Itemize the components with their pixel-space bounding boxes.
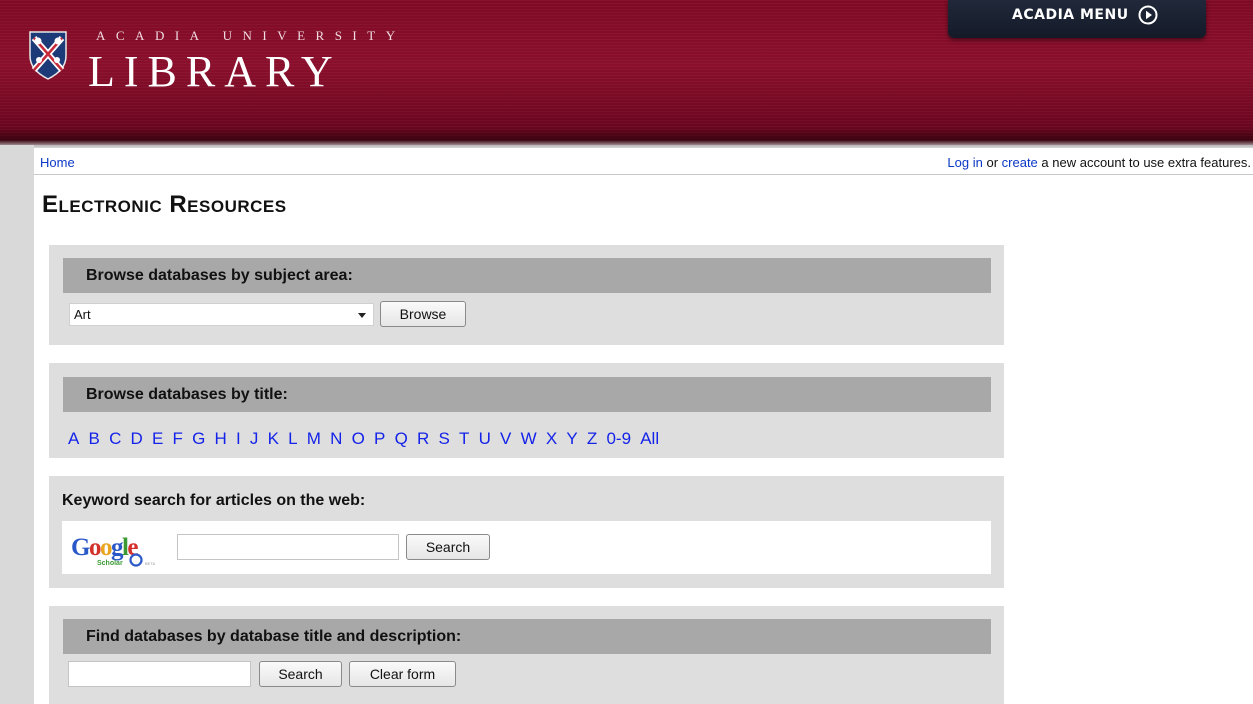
letter-link-r[interactable]: R [417,429,429,448]
home-link[interactable]: Home [40,155,75,170]
letter-link-k[interactable]: K [268,429,279,448]
account-message: Log in or create a new account to use ex… [947,155,1251,170]
letter-link-all[interactable]: All [640,429,659,448]
brand-university-text: ACADIA UNIVERSITY [96,28,406,43]
subject-select[interactable]: Art [69,303,374,326]
keyword-panel-heading: Keyword search for articles on the web: [62,492,366,509]
letter-link-y[interactable]: Y [566,429,577,448]
letter-link-m[interactable]: M [307,429,321,448]
page-title: Electronic Resources [42,191,287,218]
letter-link-0-9[interactable]: 0-9 [606,429,631,448]
alphabet-links: A B C D E F G H I J K L M N O P Q R S T U V W X Y Z 0-9 All [68,429,668,449]
letter-link-p[interactable]: P [374,429,385,448]
title-browse-panel: Browse databases by title: ABCDEFGHIJKLM… [49,363,1004,458]
letter-link-l[interactable]: L [288,429,297,448]
letter-link-h[interactable]: H [215,429,227,448]
letter-link-x[interactable]: X [546,429,557,448]
brand-library-text[interactable]: LIBRARY [88,47,342,97]
subject-panel-heading-text: Browse databases by subject area: [86,267,353,284]
acadia-menu-button[interactable]: ACADIA MENU [948,0,1206,38]
letter-link-c[interactable]: C [109,429,121,448]
svg-text:Google: Google [71,534,138,561]
header-shadow [0,128,1253,148]
scholar-text: Scholar [97,560,123,567]
letter-link-w[interactable]: W [521,429,537,448]
letter-link-e[interactable]: E [152,429,163,448]
letter-link-v[interactable]: V [500,429,511,448]
play-circle-icon [1138,5,1158,25]
subject-select-value: Art [74,307,91,322]
create-account-link[interactable]: create [1002,155,1038,170]
letter-link-u[interactable]: U [479,429,491,448]
letter-link-n[interactable]: N [330,429,342,448]
subject-browse-panel: Browse databases by subject area: Art Br… [49,245,1004,345]
find-panel-heading-text: Find databases by database title and des… [86,628,462,645]
beta-text: BETA [145,561,155,566]
acadia-crest-icon [29,31,67,80]
letter-link-o[interactable]: O [352,429,365,448]
browse-button[interactable]: Browse [380,301,466,327]
database-search-button[interactable]: Search [259,661,342,687]
database-search-input[interactable] [68,661,251,687]
letter-link-a[interactable]: A [68,429,79,448]
letter-link-b[interactable]: B [89,429,100,448]
find-panel-heading: Find databases by database title and des… [63,619,991,654]
or-text: or [986,155,999,170]
letter-link-d[interactable]: D [131,429,143,448]
google-scholar-logo: Google Scholar BETA [71,534,155,567]
google-scholar-search-input[interactable] [177,534,399,560]
letter-link-z[interactable]: Z [587,429,597,448]
left-side-bar [0,145,34,704]
acadia-menu-label: ACADIA MENU [1012,7,1129,23]
clear-form-button[interactable]: Clear form [349,661,456,687]
chevron-down-icon [358,313,366,318]
letter-link-s[interactable]: S [438,429,449,448]
subject-panel-heading: Browse databases by subject area: [63,258,991,293]
letter-link-f[interactable]: F [173,429,183,448]
letter-link-j[interactable]: J [250,429,259,448]
google-search-button[interactable]: Search [406,534,490,560]
title-panel-heading-text: Browse databases by title: [86,386,288,403]
letter-link-t[interactable]: T [459,429,469,448]
keyword-search-panel: Keyword search for articles on the web: … [49,476,1004,588]
login-link[interactable]: Log in [947,155,982,170]
account-suffix-text: a new account to use extra features. [1041,155,1251,170]
site-header: ACADIA UNIVERSITY LIBRARY ACADIA MENU [0,0,1253,145]
letter-link-q[interactable]: Q [395,429,408,448]
find-databases-panel: Find databases by database title and des… [49,606,1004,704]
letter-link-i[interactable]: I [236,429,241,448]
breadcrumb-bar: Home Log in or create a new account to u… [34,152,1253,175]
title-panel-heading: Browse databases by title: [63,377,991,412]
google-scholar-search-box: Google Scholar BETA Search [62,521,991,574]
letter-link-g[interactable]: G [192,429,205,448]
